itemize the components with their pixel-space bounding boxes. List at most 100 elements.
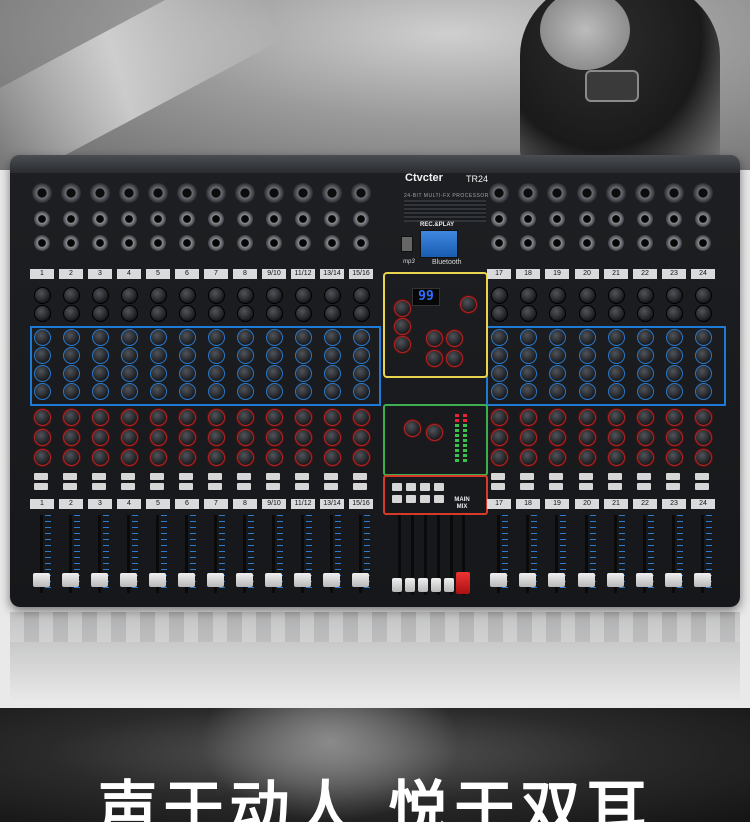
- comp-knob[interactable]: [121, 305, 138, 322]
- eq-high-knob[interactable]: [295, 329, 312, 346]
- comp-knob[interactable]: [491, 305, 508, 322]
- eq-sweep-knob[interactable]: [63, 383, 80, 400]
- pan-knob[interactable]: [266, 449, 283, 466]
- solo-button[interactable]: [608, 483, 622, 490]
- line-input-jack[interactable]: [150, 211, 166, 227]
- eq-low-knob[interactable]: [34, 365, 51, 382]
- eq-high-knob[interactable]: [520, 329, 537, 346]
- aux-send-knob[interactable]: [121, 409, 138, 426]
- aux-send-knob[interactable]: [637, 409, 654, 426]
- xlr-input-jack[interactable]: [119, 183, 139, 203]
- line-input-jack[interactable]: [608, 211, 624, 227]
- gain-knob[interactable]: [353, 287, 370, 304]
- group-button-4[interactable]: [434, 483, 444, 491]
- pan-knob[interactable]: [208, 449, 225, 466]
- eq-sweep-knob[interactable]: [150, 383, 167, 400]
- comp-knob[interactable]: [237, 305, 254, 322]
- line-input-jack[interactable]: [695, 211, 711, 227]
- pan-knob[interactable]: [237, 449, 254, 466]
- eq-mid-knob[interactable]: [34, 347, 51, 364]
- eq-low-knob[interactable]: [179, 365, 196, 382]
- eq-low-knob[interactable]: [92, 365, 109, 382]
- eq-low-knob[interactable]: [549, 365, 566, 382]
- eq-high-knob[interactable]: [63, 329, 80, 346]
- mute-button[interactable]: [92, 473, 106, 480]
- solo-button[interactable]: [353, 483, 367, 490]
- mute-button[interactable]: [324, 473, 338, 480]
- eq-mid-knob[interactable]: [491, 347, 508, 364]
- fx-send-knob[interactable]: [324, 429, 341, 446]
- pan-knob[interactable]: [150, 449, 167, 466]
- eq-high-knob[interactable]: [608, 329, 625, 346]
- aux-send-knob[interactable]: [34, 409, 51, 426]
- channel-fader[interactable]: [236, 573, 253, 587]
- solo-button[interactable]: [121, 483, 135, 490]
- eq-low-knob[interactable]: [353, 365, 370, 382]
- line-input-jack[interactable]: [92, 211, 108, 227]
- eq-mid-knob[interactable]: [266, 347, 283, 364]
- aux-send-knob[interactable]: [92, 409, 109, 426]
- eq-low-knob[interactable]: [266, 365, 283, 382]
- eq-low-knob[interactable]: [666, 365, 683, 382]
- eq-high-knob[interactable]: [695, 329, 712, 346]
- eq-high-knob[interactable]: [666, 329, 683, 346]
- fx-send-knob[interactable]: [695, 429, 712, 446]
- eq-low-knob[interactable]: [324, 365, 341, 382]
- line-input-jack[interactable]: [324, 211, 340, 227]
- eq-low-knob[interactable]: [63, 365, 80, 382]
- xlr-input-jack[interactable]: [293, 183, 313, 203]
- xlr-input-jack[interactable]: [148, 183, 168, 203]
- solo-button[interactable]: [549, 483, 563, 490]
- eq-mid-knob[interactable]: [520, 347, 537, 364]
- eq-low-knob[interactable]: [579, 365, 596, 382]
- eq-high-knob[interactable]: [208, 329, 225, 346]
- gain-knob[interactable]: [92, 287, 109, 304]
- channel-fader[interactable]: [490, 573, 507, 587]
- fx-send-knob[interactable]: [121, 429, 138, 446]
- channel-fader[interactable]: [548, 573, 565, 587]
- insert-jack[interactable]: [491, 235, 507, 251]
- eq-sweep-knob[interactable]: [695, 383, 712, 400]
- eq-mid-knob[interactable]: [695, 347, 712, 364]
- aux-send-knob[interactable]: [520, 409, 537, 426]
- aux-send-knob[interactable]: [237, 409, 254, 426]
- mute-button[interactable]: [121, 473, 135, 480]
- solo-button[interactable]: [295, 483, 309, 490]
- fx-send-knob[interactable]: [34, 429, 51, 446]
- mute-button[interactable]: [266, 473, 280, 480]
- comp-knob[interactable]: [179, 305, 196, 322]
- eq-high-knob[interactable]: [34, 329, 51, 346]
- eq-low-knob[interactable]: [237, 365, 254, 382]
- channel-fader[interactable]: [265, 573, 282, 587]
- solo-button[interactable]: [34, 483, 48, 490]
- xlr-input-jack[interactable]: [61, 183, 81, 203]
- aux-send-knob[interactable]: [666, 409, 683, 426]
- eq-high-knob[interactable]: [121, 329, 138, 346]
- insert-jack[interactable]: [324, 235, 340, 251]
- eq-sweep-knob[interactable]: [92, 383, 109, 400]
- gain-knob[interactable]: [34, 287, 51, 304]
- aux-send-knob[interactable]: [491, 409, 508, 426]
- line-input-jack[interactable]: [34, 211, 50, 227]
- subgroup-fader[interactable]: [431, 578, 441, 592]
- group-button-7[interactable]: [420, 495, 430, 503]
- solo-button[interactable]: [491, 483, 505, 490]
- xlr-input-jack[interactable]: [264, 183, 284, 203]
- gain-knob[interactable]: [295, 287, 312, 304]
- solo-button[interactable]: [637, 483, 651, 490]
- fx-send-knob[interactable]: [92, 429, 109, 446]
- insert-jack[interactable]: [179, 235, 195, 251]
- group-button-8[interactable]: [434, 495, 444, 503]
- insert-jack[interactable]: [549, 235, 565, 251]
- eq-low-knob[interactable]: [520, 365, 537, 382]
- aux-send-knob[interactable]: [579, 409, 596, 426]
- gain-knob[interactable]: [579, 287, 596, 304]
- effects-knob[interactable]: [446, 330, 463, 347]
- comp-knob[interactable]: [695, 305, 712, 322]
- comp-knob[interactable]: [266, 305, 283, 322]
- channel-fader[interactable]: [149, 573, 166, 587]
- gain-knob[interactable]: [266, 287, 283, 304]
- mute-button[interactable]: [695, 473, 709, 480]
- fx-send-knob[interactable]: [579, 429, 596, 446]
- eq-mid-knob[interactable]: [579, 347, 596, 364]
